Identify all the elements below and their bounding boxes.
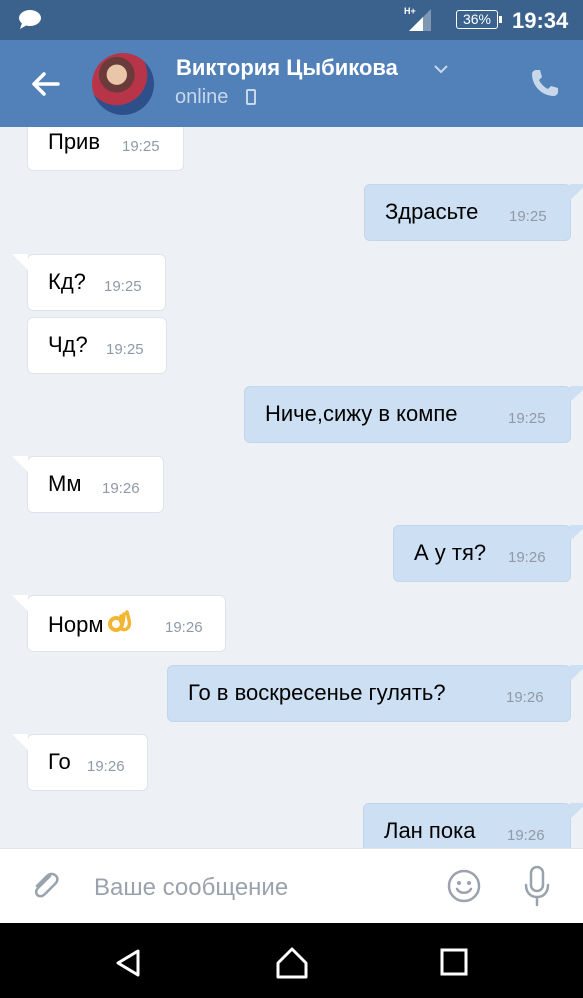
bubble-tail [570,665,583,681]
message-time: 19:26 [102,480,140,497]
message-text: Здрасьте [385,199,479,224]
message-outgoing[interactable]: Лан пока 19:26 [363,803,583,848]
back-arrow-icon[interactable] [22,60,70,108]
status-bar: H+ 36% 19:34 [0,0,583,40]
bubble-tail [570,525,583,541]
status-time: 19:34 [512,8,569,33]
message-incoming[interactable]: Кд? 19:25 [12,254,166,311]
message-text: Кд? [48,269,86,294]
message-outgoing[interactable]: Го в воскресенье гулять? 19:26 [167,665,583,722]
nav-recent-icon[interactable] [440,948,468,976]
message-time: 19:25 [508,410,546,427]
bubble-tail [570,386,583,402]
message-text: Чд? [48,332,88,357]
phone-icon[interactable] [528,66,562,100]
message-text: А у тя? [414,540,487,565]
message-text: Лан пока [384,818,476,843]
bubble-tail [12,456,28,472]
message-time: 19:26 [507,827,545,844]
battery-level: 36% [462,11,492,27]
ok-hand-emoji-icon [108,610,132,632]
message-time: 19:26 [87,758,125,775]
paperclip-icon[interactable] [28,868,64,904]
message-outgoing[interactable]: Здрасьте 19:25 [364,184,583,241]
message-outgoing[interactable]: А у тя? 19:26 [393,525,583,582]
message-time: 19:25 [104,278,142,295]
message-incoming[interactable]: Го 19:26 [12,734,148,791]
contact-name[interactable]: Виктория Цыбикова [176,55,398,81]
message-text-content: Норм [48,612,104,637]
message-time: 19:25 [122,138,160,155]
message-text: Ниче,сижу в компе [265,401,458,426]
message-time: 19:26 [508,549,546,566]
message-text: Го в воскресенье гулять? [188,680,446,705]
nav-back-icon[interactable] [110,945,146,981]
battery-icon: 36% [456,10,502,29]
bubble-tail [12,595,28,611]
contact-status: online [175,86,229,108]
message-incoming[interactable]: Норм 19:26 [12,595,226,652]
message-incoming[interactable]: Чд? 19:25 [27,317,167,374]
bubble-tail [12,254,28,270]
message-time: 19:26 [506,689,544,706]
nav-home-icon[interactable] [272,943,312,983]
message-input[interactable] [92,867,426,909]
message-text: Прив [48,129,101,154]
message-icon [19,10,41,29]
message-text: Го [48,749,71,774]
message-time: 19:25 [509,208,547,225]
signal-icon [409,9,431,31]
message-outgoing[interactable]: Ниче,сижу в компе 19:25 [244,386,583,443]
message-composer [0,848,583,924]
message-incoming[interactable]: Прив 19:25 [27,127,184,171]
microphone-icon[interactable] [522,865,552,907]
mobile-device-icon [246,89,256,105]
avatar[interactable] [92,53,154,115]
bubble-tail [12,734,28,750]
bubble-tail [570,184,583,200]
system-nav-bar [0,923,583,998]
chat-header: Виктория Цыбикова online [0,40,583,127]
message-time: 19:26 [165,619,203,636]
message-text: Норм [48,610,133,638]
message-incoming[interactable]: Мм 19:26 [12,456,164,513]
smiley-icon[interactable] [446,868,482,904]
bubble-tail [570,803,583,819]
message-time: 19:25 [106,341,144,358]
message-text: Мм [48,471,82,496]
chevron-down-icon[interactable] [433,64,449,74]
message-list[interactable]: Прив 19:25 Здрасьте 19:25 Кд? 19:25 Чд? … [0,127,583,848]
